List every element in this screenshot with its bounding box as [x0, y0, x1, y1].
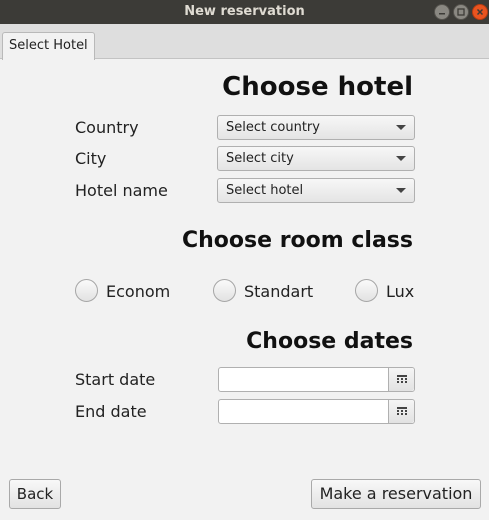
- calendar-icon: [397, 375, 407, 383]
- city-select[interactable]: Select city: [217, 146, 415, 171]
- make-reservation-button[interactable]: Make a reservation: [311, 479, 481, 509]
- tab-strip: Select Hotel: [0, 24, 489, 60]
- title-bar: New reservation: [0, 0, 489, 24]
- hotel-select[interactable]: Select hotel: [217, 178, 415, 203]
- start-date-picker[interactable]: [218, 367, 415, 392]
- city-label: City: [75, 149, 107, 168]
- minimize-icon: [439, 13, 445, 15]
- country-label: Country: [75, 118, 139, 137]
- window-title: New reservation: [184, 4, 305, 19]
- radio-lux-label: Lux: [386, 282, 415, 301]
- maximize-button[interactable]: [453, 4, 469, 20]
- close-icon: [476, 8, 484, 16]
- close-button[interactable]: [472, 4, 488, 20]
- radio-standart-label: Standart: [244, 282, 314, 301]
- choose-room-class-heading: Choose room class: [182, 228, 413, 253]
- radio-circle[interactable]: [213, 279, 236, 302]
- city-select-value: Select city: [226, 151, 294, 166]
- chevron-down-icon: [396, 156, 406, 161]
- country-select[interactable]: Select country: [217, 115, 415, 140]
- end-date-input[interactable]: [219, 400, 389, 423]
- start-date-label: Start date: [75, 370, 156, 389]
- chevron-down-icon: [396, 125, 406, 130]
- end-date-calendar-button[interactable]: [388, 400, 414, 423]
- chevron-down-icon: [396, 188, 406, 193]
- start-date-input[interactable]: [219, 368, 389, 391]
- calendar-icon: [397, 407, 407, 415]
- country-select-value: Select country: [226, 120, 320, 135]
- start-date-calendar-button[interactable]: [388, 368, 414, 391]
- back-button[interactable]: Back: [9, 479, 61, 509]
- choose-dates-heading: Choose dates: [246, 329, 413, 354]
- radio-econom-label: Econom: [106, 282, 171, 301]
- maximize-icon: [457, 8, 465, 16]
- tab-select-hotel[interactable]: Select Hotel: [2, 32, 95, 60]
- radio-circle[interactable]: [355, 279, 378, 302]
- end-date-picker[interactable]: [218, 399, 415, 424]
- choose-hotel-heading: Choose hotel: [222, 72, 413, 102]
- hotel-select-value: Select hotel: [226, 183, 304, 198]
- radio-circle[interactable]: [75, 279, 98, 302]
- minimize-button[interactable]: [434, 4, 450, 20]
- end-date-label: End date: [75, 402, 147, 421]
- hotel-name-label: Hotel name: [75, 181, 168, 200]
